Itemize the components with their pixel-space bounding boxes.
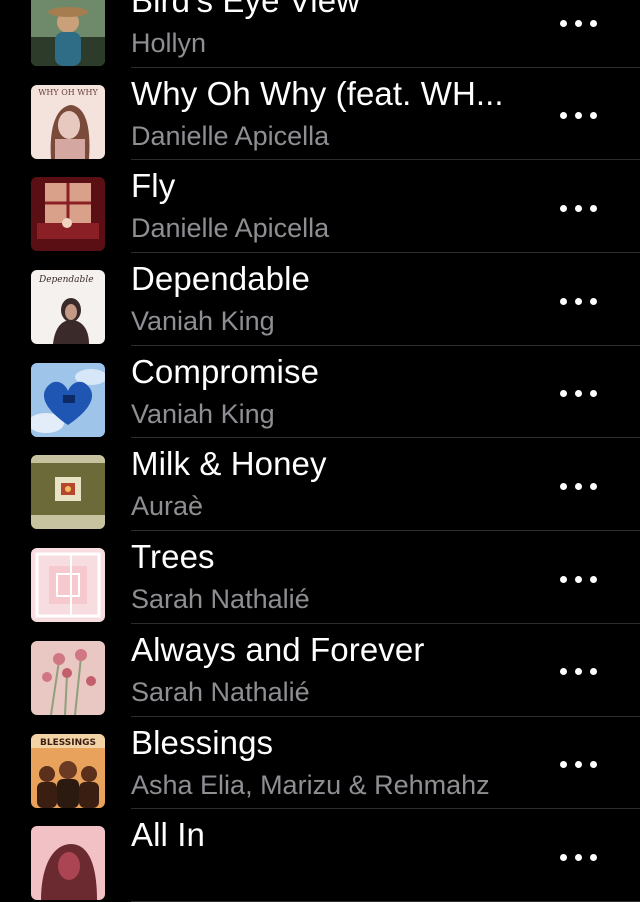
- album-artwork: WHY OH WHY: [31, 84, 105, 159]
- song-title: Fly: [131, 167, 176, 205]
- song-row[interactable]: All In: [0, 809, 640, 902]
- ellipsis-more-icon[interactable]: [560, 198, 597, 218]
- song-row[interactable]: Always and Forever Sarah Nathalié: [0, 624, 640, 717]
- fly-artwork: [31, 177, 105, 252]
- ellipsis-more-icon[interactable]: [560, 755, 597, 775]
- song-row[interactable]: Dependable Dependable Vaniah King: [0, 253, 640, 346]
- ellipsis-more-icon[interactable]: [560, 569, 597, 589]
- song-title: Blessings: [131, 723, 274, 761]
- artwork-lettering: WHY OH WHY: [38, 88, 98, 97]
- song-artist: Vaniah King: [131, 306, 275, 337]
- album-artwork: [31, 362, 105, 437]
- song-list: Bird's Eye View Hollyn WHY OH WHY Why Oh…: [0, 0, 640, 902]
- ellipsis-more-icon[interactable]: [560, 291, 597, 311]
- song-title: Dependable: [131, 260, 310, 298]
- album-artwork: [31, 177, 105, 252]
- song-row[interactable]: WHY OH WHY Why Oh Why (feat. WH... Danie…: [0, 68, 640, 161]
- song-artist: Hollyn: [131, 28, 207, 58]
- song-title: Why Oh Why (feat. WH...: [131, 74, 504, 112]
- blessings-artwork: BLESSINGS: [31, 733, 105, 808]
- song-artist: Danielle Apicella: [131, 120, 330, 151]
- always-forever-artwork: [31, 640, 105, 715]
- ellipsis-more-icon[interactable]: [560, 106, 597, 126]
- milk-honey-artwork: [31, 455, 105, 530]
- all-in-artwork: [31, 826, 105, 901]
- ellipsis-more-icon[interactable]: [560, 476, 597, 496]
- song-row[interactable]: BLESSINGS Blessings Asha Elia, Marizu & …: [0, 717, 640, 810]
- ellipsis-more-icon[interactable]: [560, 847, 597, 867]
- song-title: Compromise: [131, 352, 320, 390]
- song-title: Always and Forever: [131, 630, 425, 668]
- dependable-artwork: Dependable: [31, 270, 105, 345]
- artwork-lettering: BLESSINGS: [40, 738, 96, 748]
- ellipsis-more-icon[interactable]: [560, 662, 597, 682]
- song-title: Trees: [131, 538, 215, 576]
- artwork-lettering: Dependable: [38, 275, 94, 285]
- trees-artwork: [31, 548, 105, 623]
- album-artwork: [31, 826, 105, 901]
- song-artist: Sarah Nathalié: [131, 584, 310, 615]
- album-artwork: Dependable: [31, 270, 105, 345]
- song-artist: Auraè: [131, 491, 204, 522]
- album-artwork: [31, 548, 105, 623]
- why-oh-why-artwork: WHY OH WHY: [31, 84, 105, 159]
- album-artwork: BLESSINGS: [31, 733, 105, 808]
- song-row[interactable]: Compromise Vaniah King: [0, 346, 640, 439]
- song-artist: Vaniah King: [131, 398, 275, 429]
- compromise-artwork: [31, 362, 105, 437]
- song-row[interactable]: Milk & Honey Auraè: [0, 438, 640, 532]
- song-artist: Danielle Apicella: [131, 213, 330, 244]
- album-artwork: [31, 640, 105, 715]
- song-title: All In: [131, 816, 205, 854]
- bird-eye-view-artwork: [31, 0, 105, 66]
- album-artwork: [31, 455, 105, 530]
- song-row[interactable]: Trees Sarah Nathalié: [0, 531, 640, 624]
- song-artist: Asha Elia, Marizu & Rehmahz: [131, 769, 490, 800]
- song-artist: Sarah Nathalié: [131, 676, 310, 707]
- song-row[interactable]: Fly Danielle Apicella: [0, 160, 640, 254]
- song-title: Bird's Eye View: [131, 0, 361, 19]
- album-artwork: [31, 0, 105, 66]
- song-title: Milk & Honey: [131, 445, 327, 483]
- ellipsis-more-icon[interactable]: [560, 13, 597, 33]
- song-row[interactable]: Bird's Eye View Hollyn: [0, 0, 640, 68]
- ellipsis-more-icon[interactable]: [560, 384, 597, 404]
